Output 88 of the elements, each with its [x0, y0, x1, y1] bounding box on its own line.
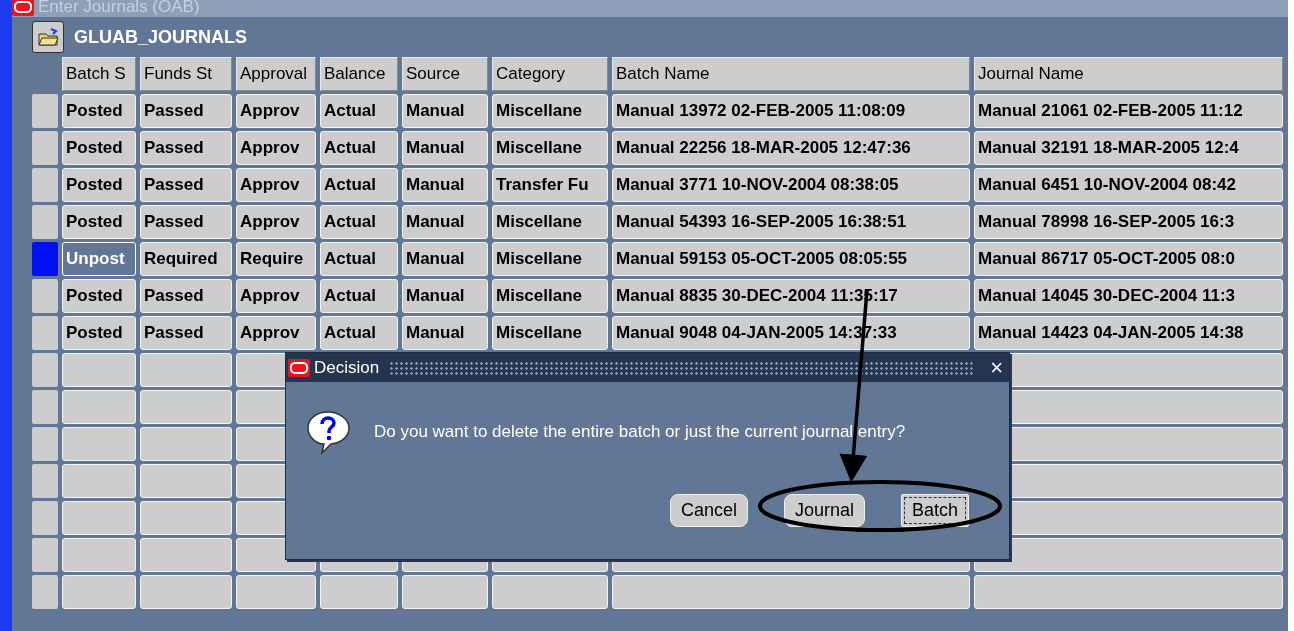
dialog-message: Do you want to delete the entire batch or just the current journal entry?	[374, 422, 906, 442]
table-cell: Posted	[62, 94, 136, 128]
table-cell: Manual	[402, 131, 488, 165]
table-cell: Miscellane	[492, 242, 608, 276]
column-header[interactable]: Batch Name	[612, 57, 970, 91]
question-icon	[304, 408, 352, 456]
record-indicator[interactable]	[32, 353, 58, 387]
record-indicator[interactable]	[32, 168, 58, 202]
table-cell: Manual	[402, 316, 488, 350]
record-indicator[interactable]	[32, 242, 58, 276]
table-cell: Miscellane	[492, 205, 608, 239]
record-indicator[interactable]	[32, 316, 58, 350]
table-cell: Manual 86717 05-OCT-2005 08:0	[974, 242, 1283, 276]
table-cell: Passed	[140, 168, 232, 202]
column-header[interactable]: Batch S	[62, 57, 136, 91]
column-header[interactable]: Approval	[236, 57, 316, 91]
table-cell: Posted	[62, 279, 136, 313]
table-cell: Manual	[402, 94, 488, 128]
dialog-title: Decision	[314, 357, 380, 378]
table-cell: Actual	[320, 242, 398, 276]
table-cell: Posted	[62, 316, 136, 350]
table-cell: Manual 21061 02-FEB-2005 11:12	[974, 94, 1283, 128]
table-cell: Manual 14423 04-JAN-2005 14:38	[974, 316, 1283, 350]
table-cell: Approv	[236, 316, 316, 350]
column-header[interactable]: Category	[492, 57, 608, 91]
table-cell: Required	[140, 242, 232, 276]
record-indicator[interactable]	[32, 131, 58, 165]
table-cell: Passed	[140, 131, 232, 165]
dialog-button[interactable]: Journal	[783, 494, 865, 527]
record-indicator[interactable]	[32, 427, 58, 461]
table-cell: Approv	[236, 94, 316, 128]
table-cell: Actual	[320, 279, 398, 313]
record-indicator[interactable]	[32, 94, 58, 128]
table-cell: Actual	[320, 94, 398, 128]
table-cell: Approv	[236, 279, 316, 313]
table-cell: Require	[236, 242, 316, 276]
table-cell: Manual 13972 02-FEB-2005 11:08:09	[612, 94, 970, 128]
oracle-logo-icon	[12, 0, 34, 16]
column-header[interactable]: Balance	[320, 57, 398, 91]
table-cell: Posted	[62, 131, 136, 165]
record-indicator[interactable]	[32, 464, 58, 498]
table-cell: Manual 78998 16-SEP-2005 16:3	[974, 205, 1283, 239]
table-cell: Transfer Fu	[492, 168, 608, 202]
oracle-logo-icon	[288, 358, 310, 377]
table-cell: Actual	[320, 168, 398, 202]
window-title: Enter Journals (OAB)	[38, 0, 200, 17]
table-cell: Manual	[402, 205, 488, 239]
record-indicator[interactable]	[32, 501, 58, 535]
form-title: GLUAB_JOURNALS	[74, 26, 247, 48]
table-cell: Manual 32191 18-MAR-2005 12:4	[974, 131, 1283, 165]
table-cell: Miscellane	[492, 131, 608, 165]
table-cell: Miscellane	[492, 279, 608, 313]
column-header[interactable]: Source	[402, 57, 488, 91]
table-cell: Passed	[140, 94, 232, 128]
table-cell: Manual 14045 30-DEC-2004 11:3	[974, 279, 1283, 313]
table-cell: Posted	[62, 205, 136, 239]
record-indicator[interactable]	[32, 538, 58, 572]
table-cell: Manual 54393 16-SEP-2005 16:38:51	[612, 205, 970, 239]
table-cell: Posted	[62, 168, 136, 202]
table-cell: Miscellane	[492, 316, 608, 350]
table-cell: Unpost	[62, 242, 136, 276]
table-cell: Approv	[236, 205, 316, 239]
table-cell: Approv	[236, 168, 316, 202]
dialog-button[interactable]: Cancel	[669, 494, 748, 527]
table-cell: Manual 59153 05-OCT-2005 08:05:55	[612, 242, 970, 276]
column-header[interactable]: Journal Name	[974, 57, 1283, 91]
table-cell: Passed	[140, 316, 232, 350]
table-cell: Miscellane	[492, 94, 608, 128]
table-cell: Manual	[402, 168, 488, 202]
table-cell: Manual	[402, 242, 488, 276]
record-indicator[interactable]	[32, 575, 58, 609]
table-cell: Actual	[320, 131, 398, 165]
table-cell: Passed	[140, 205, 232, 239]
table-cell: Actual	[320, 316, 398, 350]
table-cell: Manual 6451 10-NOV-2004 08:42	[974, 168, 1283, 202]
table-cell: Manual 3771 10-NOV-2004 08:38:05	[612, 168, 970, 202]
record-indicator[interactable]	[32, 390, 58, 424]
record-indicator[interactable]	[32, 279, 58, 313]
table-cell: Manual 22256 18-MAR-2005 12:47:36	[612, 131, 970, 165]
close-button[interactable]: ×	[984, 353, 1009, 382]
dialog-button[interactable]: Batch	[900, 494, 969, 527]
table-cell: Passed	[140, 279, 232, 313]
table-cell: Actual	[320, 205, 398, 239]
folder-icon[interactable]	[32, 21, 64, 53]
table-cell: Manual	[402, 279, 488, 313]
column-header[interactable]: Funds St	[140, 57, 232, 91]
record-indicator[interactable]	[32, 205, 58, 239]
table-cell: Approv	[236, 131, 316, 165]
